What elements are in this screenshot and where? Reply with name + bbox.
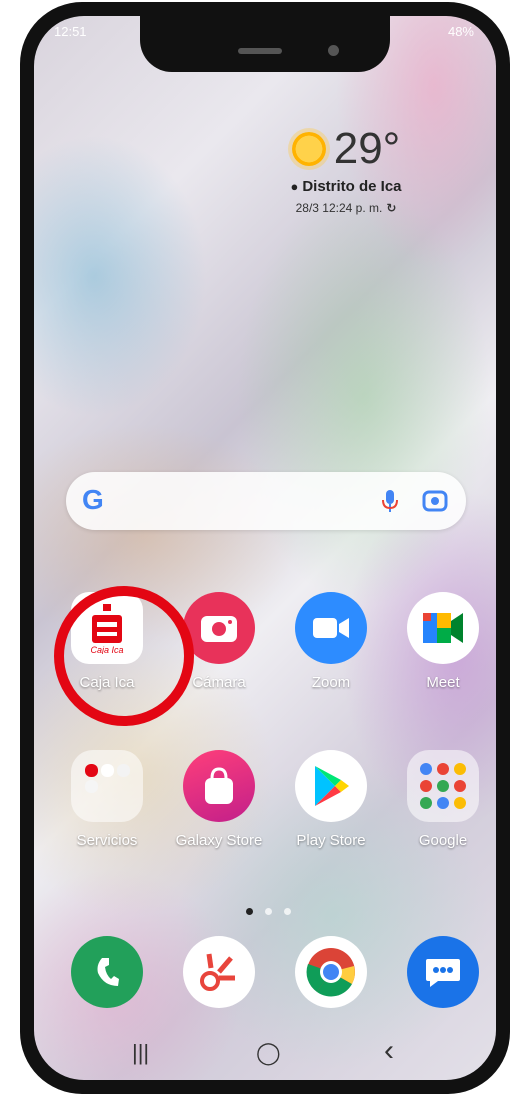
dock-chrome[interactable]: [276, 936, 386, 1008]
navigation-bar: ||| ◯ ‹: [34, 1034, 496, 1080]
updated-text: 28/3 12:24 p. m.: [295, 201, 383, 215]
phone-frame: 12:51 48% 29° ● Distrito de Ica 28/3 12:2…: [20, 2, 510, 1094]
home-button[interactable]: ◯: [256, 1040, 281, 1066]
page-dot[interactable]: [284, 908, 291, 915]
app-label: Galaxy Store: [175, 832, 263, 849]
dock-app[interactable]: [164, 936, 274, 1008]
speaker-grille: [238, 48, 282, 54]
app-label: Meet: [426, 674, 460, 691]
status-time: 12:51: [54, 24, 87, 39]
play-store-icon: [295, 750, 367, 822]
app-label: Servicios: [76, 832, 138, 849]
status-battery: 48%: [447, 24, 474, 39]
weather-widget[interactable]: 29° ● Distrito de Ica 28/3 12:24 p. m. ↻: [256, 124, 436, 215]
temperature: 29°: [333, 124, 401, 173]
google-lens-icon[interactable]: [422, 488, 448, 514]
mic-icon[interactable]: [378, 488, 402, 516]
app-icon: [183, 936, 255, 1008]
chrome-icon: [295, 936, 367, 1008]
phone-icon: [71, 936, 143, 1008]
weather-updated: 28/3 12:24 p. m. ↻: [256, 201, 436, 215]
meet-icon: [407, 592, 479, 664]
home-screen: 12:51 48% 29° ● Distrito de Ica 28/3 12:2…: [34, 16, 496, 1080]
folder-icon: [71, 750, 143, 822]
google-search-bar[interactable]: G: [66, 472, 466, 530]
recent-apps-button[interactable]: |||: [132, 1040, 149, 1066]
camera-notch: [140, 16, 390, 72]
dock-messages[interactable]: [388, 936, 496, 1008]
app-label: Play Store: [296, 832, 366, 849]
google-folder-icon: [407, 750, 479, 822]
app-zoom[interactable]: Zoom: [276, 592, 386, 691]
app-meet[interactable]: Meet: [388, 592, 496, 691]
galaxy-store-icon: [183, 750, 255, 822]
zoom-icon: [295, 592, 367, 664]
sun-icon: [291, 132, 326, 166]
location-text: Distrito de Ica: [302, 178, 402, 195]
page-dot[interactable]: [265, 908, 272, 915]
page-dot[interactable]: [246, 908, 253, 915]
page-indicator: [246, 908, 291, 915]
location-label: ● Distrito de Ica: [256, 178, 436, 195]
app-google-folder[interactable]: Google: [388, 750, 496, 849]
messages-icon: [407, 936, 479, 1008]
app-servicios[interactable]: Servicios: [52, 750, 162, 849]
back-button[interactable]: ‹: [384, 1034, 394, 1068]
app-label: Google: [418, 832, 468, 849]
google-logo-icon: G: [82, 484, 104, 515]
location-pin-icon: ●: [290, 179, 299, 194]
app-play-store[interactable]: Play Store: [276, 750, 386, 849]
app-galaxy-store[interactable]: Galaxy Store: [164, 750, 274, 849]
refresh-icon[interactable]: ↻: [386, 201, 396, 215]
highlight-circle: [54, 586, 194, 726]
app-label: Zoom: [311, 674, 351, 691]
dock-phone[interactable]: [52, 936, 162, 1008]
front-camera: [328, 45, 339, 56]
